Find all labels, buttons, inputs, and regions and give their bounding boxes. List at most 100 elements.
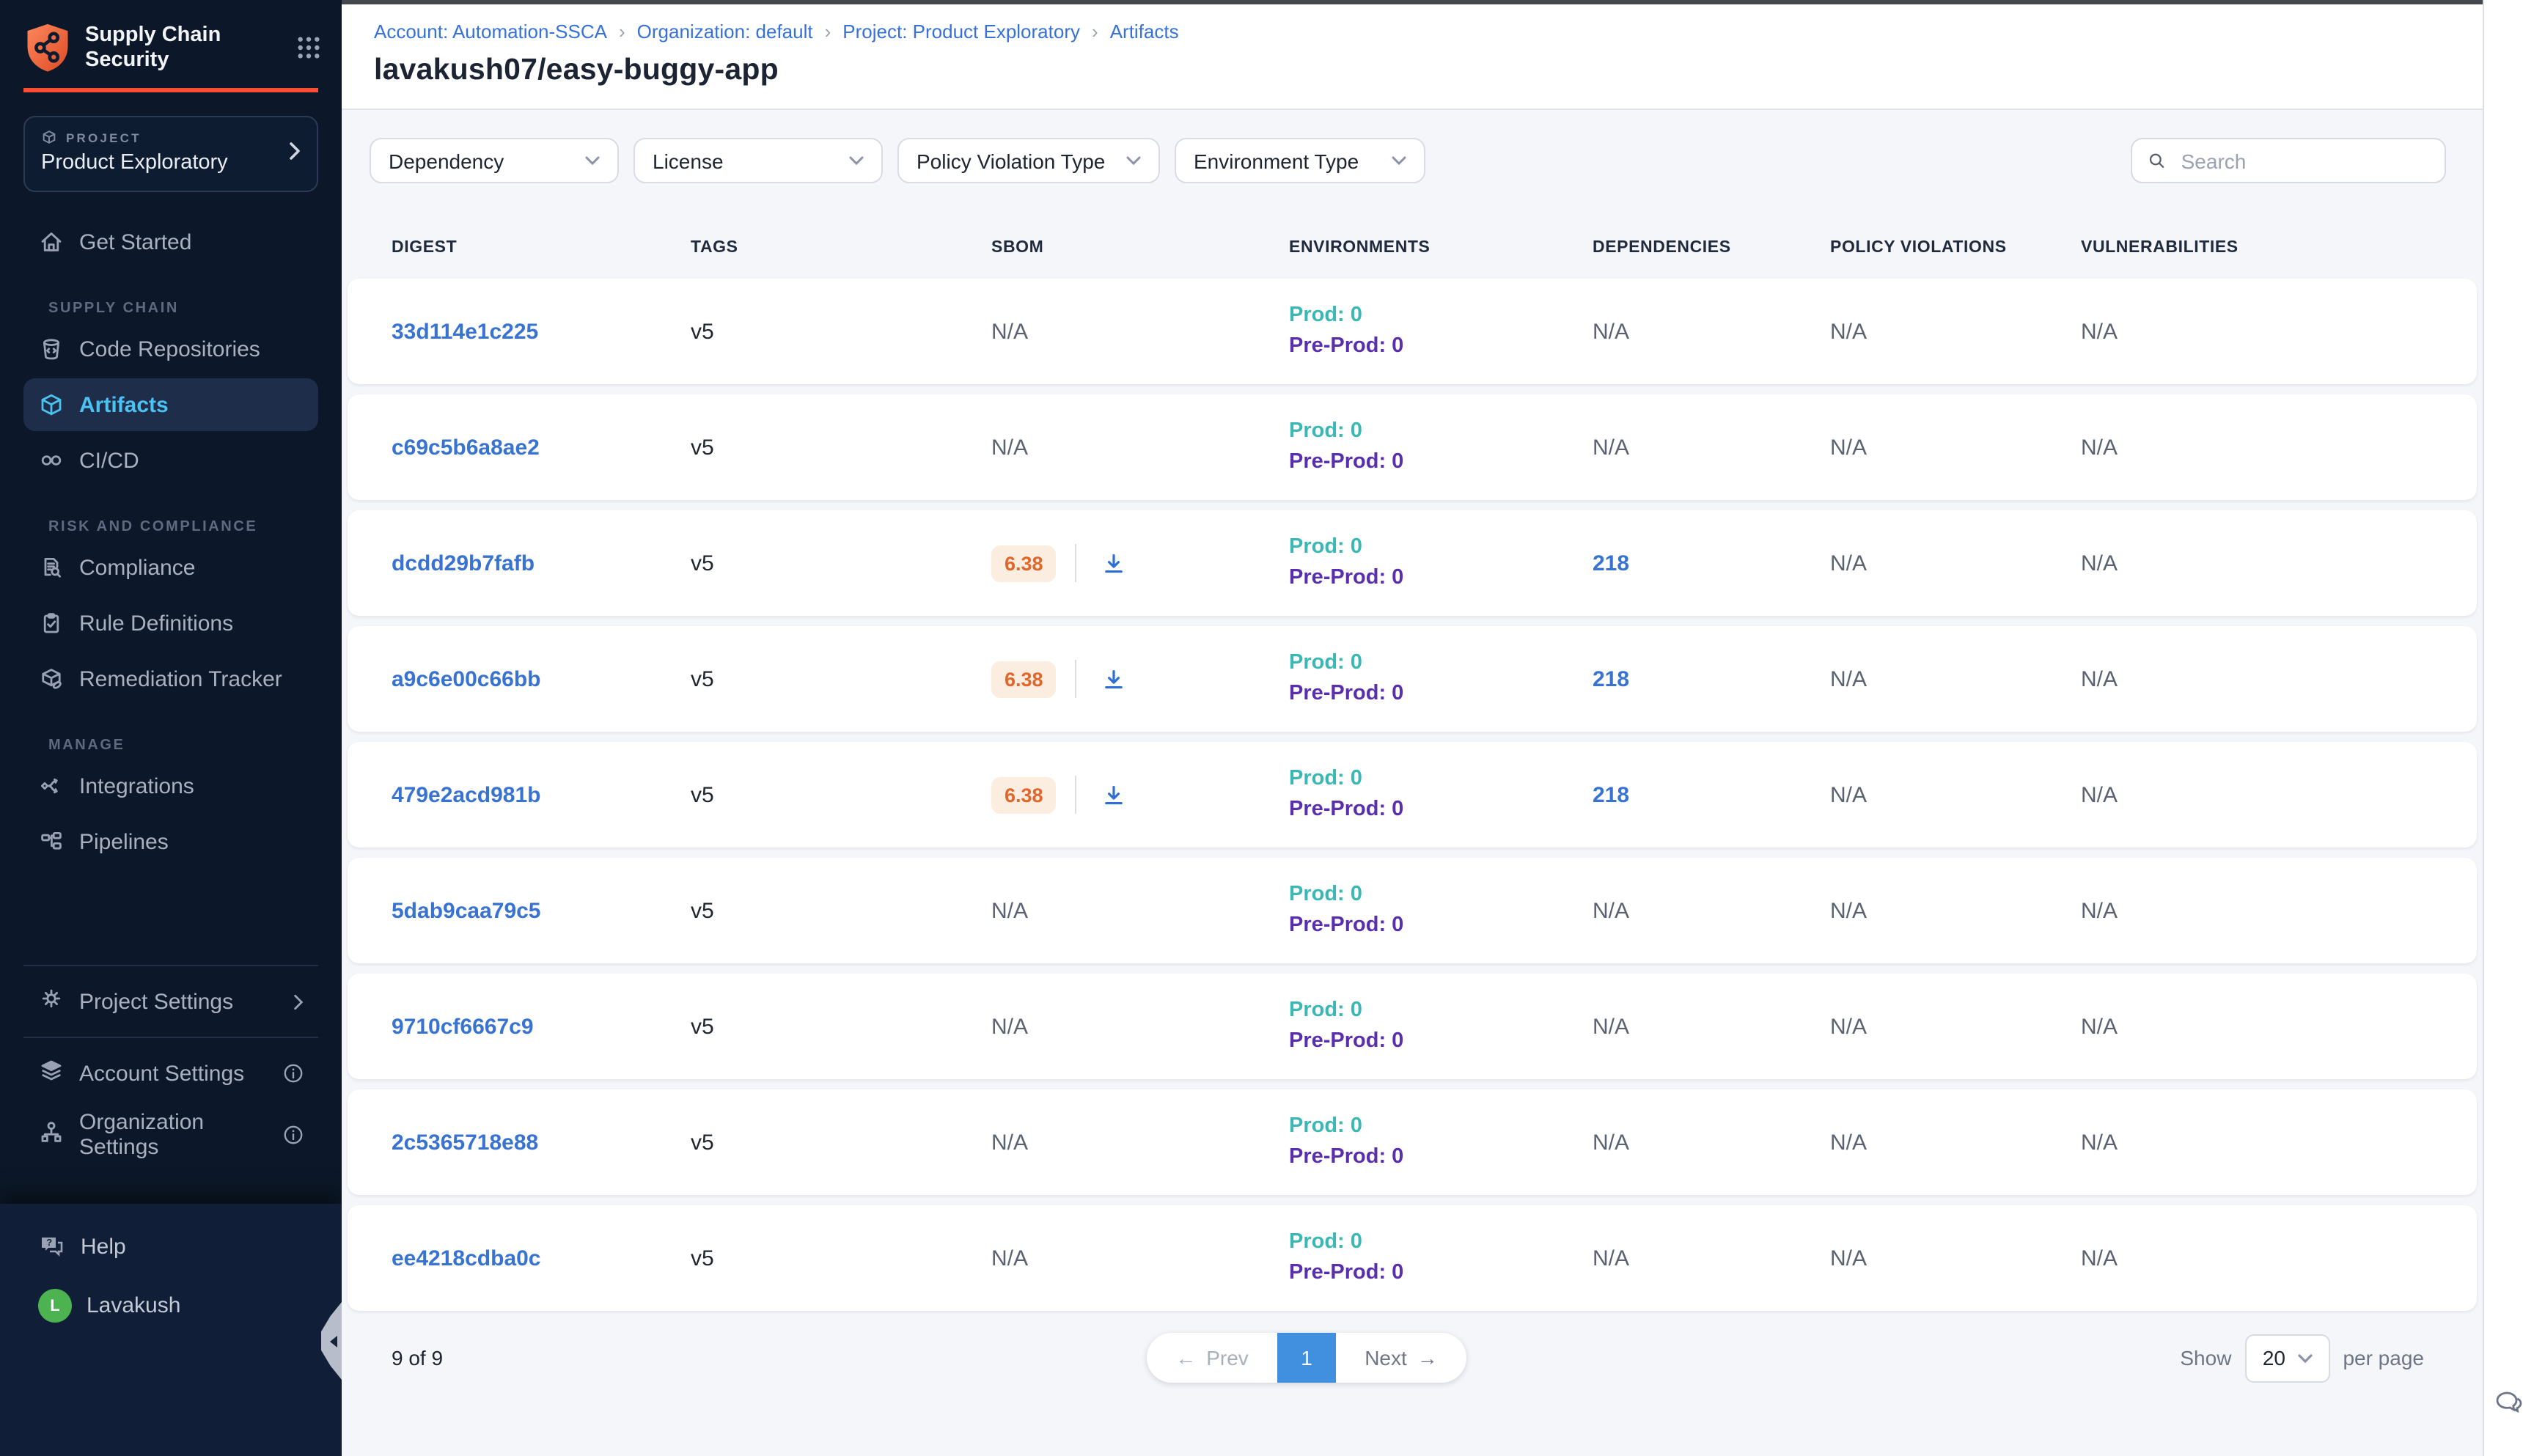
main-content: Account: Automation-SSCA›Organization: d… <box>342 0 2483 1456</box>
sidebar-item-label: Code Repositories <box>79 337 260 361</box>
org-gear-icon <box>38 1119 65 1151</box>
environments-cell: Prod: 0Pre-Prod: 0 <box>1289 1111 1593 1173</box>
sbom-cell: 6.38 <box>991 544 1289 582</box>
env-prod-count: Prod: 0 <box>1289 648 1593 679</box>
filter-dropdown-environment-type[interactable]: Environment Type <box>1175 138 1425 183</box>
dependencies-link[interactable]: 218 <box>1593 782 1629 807</box>
breadcrumb-link-3[interactable]: Artifacts <box>1110 21 1179 43</box>
sidebar-item-label: Get Started <box>79 229 191 254</box>
page-size-select[interactable]: 20 <box>2244 1334 2329 1382</box>
table-row: dcdd29b7fafbv56.38Prod: 0Pre-Prod: 0218N… <box>348 510 2477 616</box>
tag-value: v5 <box>691 1246 991 1271</box>
sidebar-item-get-started[interactable]: Get Started <box>23 216 318 268</box>
sidebar-item-project-settings[interactable]: Project Settings <box>23 975 318 1028</box>
filters-row: Dependency License Policy Violation Type En… <box>370 138 1425 183</box>
digest-link[interactable]: 5dab9caa79c5 <box>392 898 541 923</box>
dependencies-link[interactable]: 218 <box>1593 551 1629 576</box>
digest-link[interactable]: c69c5b6a8ae2 <box>392 435 540 460</box>
integrations-icon <box>38 773 65 799</box>
env-preprod-count: Pre-Prod: 0 <box>1289 447 1593 478</box>
digest-link[interactable]: 9710cf6667c9 <box>392 1014 534 1039</box>
sbom-download-button[interactable] <box>1096 777 1131 812</box>
sidebar-item-ci-cd[interactable]: CI/CD <box>23 434 318 487</box>
digest-link[interactable]: 479e2acd981b <box>392 782 541 807</box>
sidebar-item-compliance[interactable]: Compliance <box>23 541 318 594</box>
doc-search-icon <box>38 554 65 581</box>
env-prod-count: Prod: 0 <box>1289 301 1593 331</box>
pagination-summary: 9 of 9 <box>392 1333 443 1383</box>
chevron-right-icon <box>293 993 304 1010</box>
project-box-icon <box>41 129 57 145</box>
vulnerabilities-value: N/A <box>2081 1130 2477 1155</box>
sbom-na: N/A <box>991 1130 1028 1155</box>
svg-text:?: ? <box>46 1237 52 1248</box>
page-header: Account: Automation-SSCA›Organization: d… <box>342 0 2483 110</box>
show-label: Show <box>2180 1346 2231 1369</box>
sidebar-item-integrations[interactable]: Integrations <box>23 760 318 812</box>
sidebar-item-remediation-tracker[interactable]: Remediation Tracker <box>23 652 318 705</box>
project-selector[interactable]: PROJECT Product Exploratory <box>23 116 318 192</box>
env-preprod-count: Pre-Prod: 0 <box>1289 911 1593 941</box>
sidebar-item-pipelines[interactable]: Pipelines <box>23 815 318 868</box>
app-switcher-grid-icon[interactable] <box>296 35 321 60</box>
supply-chain-security-logo-icon <box>23 22 72 73</box>
table-row: 479e2acd981bv56.38Prod: 0Pre-Prod: 0218N… <box>348 742 2477 848</box>
sidebar-item-account-settings[interactable]: Account Settings <box>23 1047 318 1100</box>
table-row: 33d114e1c225v5N/AProd: 0Pre-Prod: 0N/AN/… <box>348 279 2477 384</box>
column-header-policy-violations: POLICY VIOLATIONS <box>1830 239 2081 257</box>
table-row: ee4218cdba0cv5N/AProd: 0Pre-Prod: 0N/AN/… <box>348 1205 2477 1311</box>
search-input[interactable] <box>2178 147 2430 174</box>
current-page-button[interactable]: 1 <box>1277 1333 1336 1383</box>
vulnerabilities-value: N/A <box>2081 782 2477 807</box>
env-preprod-count: Pre-Prod: 0 <box>1289 1258 1593 1289</box>
sidebar-item-label: Project Settings <box>79 989 233 1014</box>
breadcrumb-link-0[interactable]: Account: Automation-SSCA <box>374 21 607 43</box>
digest-link[interactable]: ee4218cdba0c <box>392 1246 541 1271</box>
env-prod-count: Prod: 0 <box>1289 880 1593 911</box>
breadcrumb-link-1[interactable]: Organization: default <box>637 21 813 43</box>
sbom-download-button[interactable] <box>1096 661 1131 696</box>
next-page-button[interactable]: Next → <box>1336 1333 1466 1383</box>
digest-link[interactable]: 33d114e1c225 <box>392 319 538 344</box>
tag-value: v5 <box>691 666 991 691</box>
policy-violations-value: N/A <box>1830 551 2081 576</box>
dependencies-value: N/A <box>1593 319 1830 344</box>
environments-cell: Prod: 0Pre-Prod: 0 <box>1289 532 1593 594</box>
page-size-value: 20 <box>2263 1346 2285 1369</box>
sidebar-item-artifacts[interactable]: Artifacts <box>23 378 318 431</box>
env-prod-count: Prod: 0 <box>1289 1227 1593 1258</box>
digest-link[interactable]: 2c5365718e88 <box>392 1130 538 1155</box>
breadcrumb-link-2[interactable]: Project: Product Exploratory <box>842 21 1080 43</box>
sidebar-item-organization-settings[interactable]: Organization Settings <box>23 1108 318 1161</box>
tag-value: v5 <box>691 782 991 807</box>
sbom-cell: N/A <box>991 898 1289 923</box>
sidebar-item-help[interactable]: ? Help <box>38 1233 318 1260</box>
digest-link[interactable]: dcdd29b7fafb <box>392 551 535 576</box>
sidebar-item-code-repositories[interactable]: Code Repositories <box>23 323 318 375</box>
sbom-na: N/A <box>991 898 1028 923</box>
dependencies-link[interactable]: 218 <box>1593 666 1629 691</box>
window-top-strip <box>342 0 2483 4</box>
filter-dropdown-policy-violation-type[interactable]: Policy Violation Type <box>897 138 1160 183</box>
column-header-digest: DIGEST <box>392 239 691 257</box>
pager: ← Prev 1 Next → <box>1147 1333 1466 1383</box>
digest-link[interactable]: a9c6e00c66bb <box>392 666 541 691</box>
sidebar-item-rule-definitions[interactable]: Rule Definitions <box>23 597 318 650</box>
dependencies-value: N/A <box>1593 435 1830 460</box>
policy-violations-value: N/A <box>1830 782 2081 807</box>
sidebar-item-label: Organization Settings <box>79 1110 268 1160</box>
chevron-down-icon <box>2297 1353 2312 1363</box>
download-icon <box>1101 551 1126 576</box>
sidebar-footer: ? Help L Lavakush <box>0 1204 342 1456</box>
sidebar-item-label: Rule Definitions <box>79 611 233 636</box>
prev-page-button[interactable]: ← Prev <box>1147 1333 1277 1383</box>
feedback-chat-icon[interactable] <box>2493 1386 2525 1418</box>
sbom-download-button[interactable] <box>1096 545 1131 581</box>
filter-dropdown-license[interactable]: License <box>634 138 883 183</box>
tag-value: v5 <box>691 898 991 923</box>
vulnerabilities-value: N/A <box>2081 1246 2477 1271</box>
sbom-cell: N/A <box>991 435 1289 460</box>
user-menu[interactable]: L Lavakush <box>38 1289 318 1323</box>
filter-dropdown-dependency[interactable]: Dependency <box>370 138 619 183</box>
accent-divider <box>23 88 318 92</box>
